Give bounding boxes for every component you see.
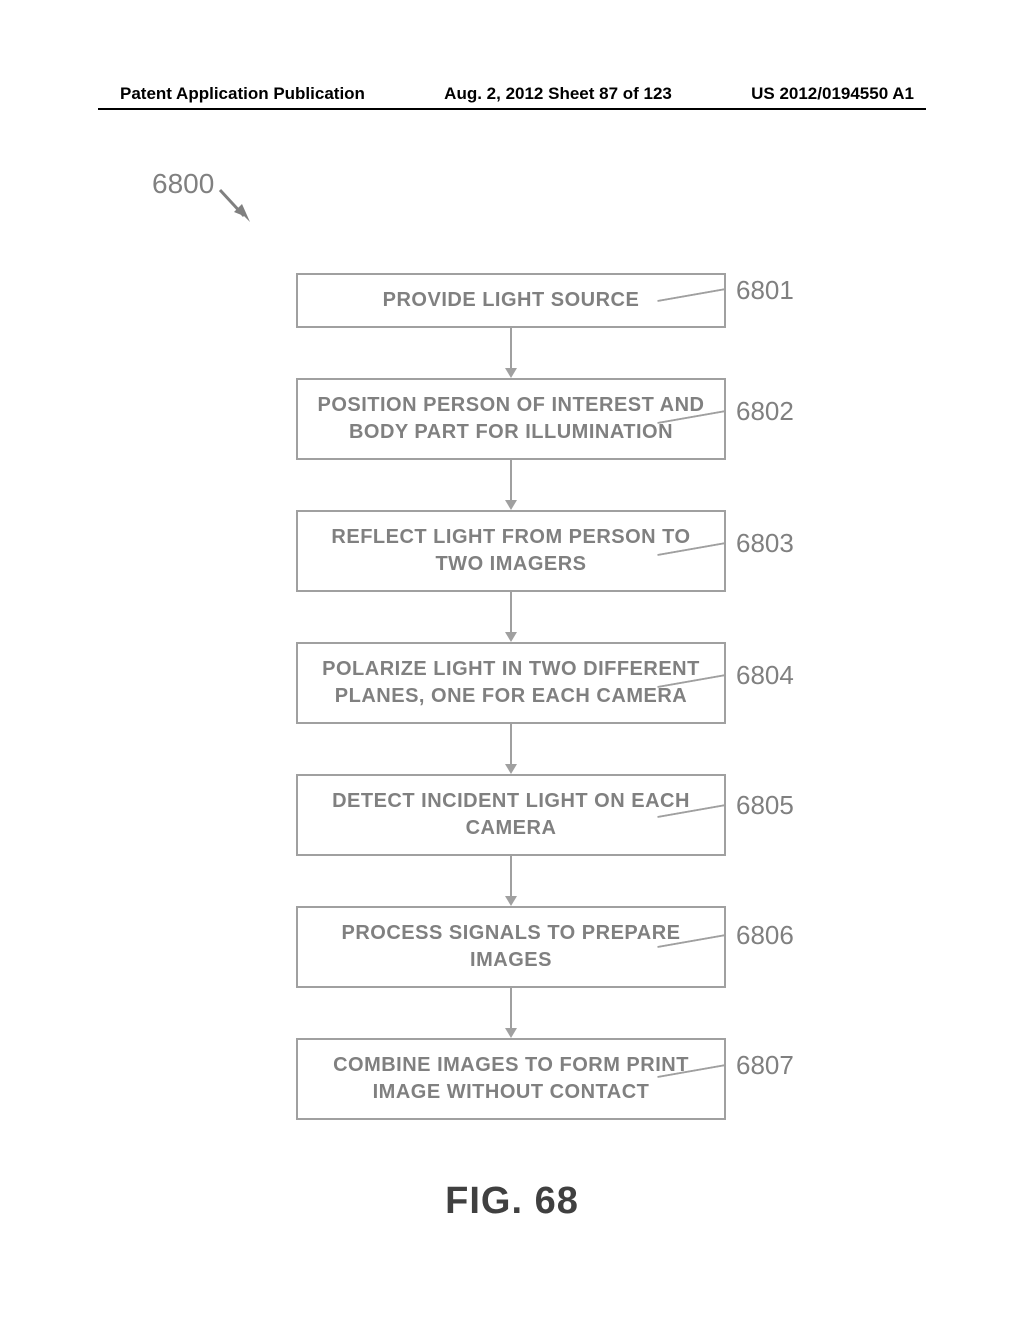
header-center: Aug. 2, 2012 Sheet 87 of 123 <box>444 84 672 104</box>
flow-step-4: POLARIZE LIGHT IN TWO DIFFERENT PLANES, … <box>296 642 726 724</box>
flow-step-3: REFLECT LIGHT FROM PERSON TO TWO IMAGERS <box>296 510 726 592</box>
flow-step-text: POLARIZE LIGHT IN TWO DIFFERENT PLANES, … <box>322 658 700 707</box>
step-number-label: 6807 <box>736 1050 794 1081</box>
header-divider <box>98 108 926 110</box>
step-number-label: 6804 <box>736 660 794 691</box>
flow-step-text: PROVIDE LIGHT SOURCE <box>383 289 640 311</box>
header-left: Patent Application Publication <box>120 84 365 104</box>
step-number-label: 6806 <box>736 920 794 951</box>
reference-pointer-arrow <box>216 186 252 226</box>
flow-step-text: REFLECT LIGHT FROM PERSON TO TWO IMAGERS <box>331 526 690 575</box>
flow-step-text: POSITION PERSON OF INTEREST AND BODY PAR… <box>317 394 704 443</box>
flow-step-2: POSITION PERSON OF INTEREST AND BODY PAR… <box>296 378 726 460</box>
figure-caption: FIG. 68 <box>0 1180 1024 1223</box>
page-header: Patent Application Publication Aug. 2, 2… <box>0 84 1024 104</box>
step-number-label: 6802 <box>736 396 794 427</box>
step-number-label: 6805 <box>736 790 794 821</box>
step-number-label: 6803 <box>736 528 794 559</box>
flowchart: PROVIDE LIGHT SOURCE POSITION PERSON OF … <box>226 273 796 1120</box>
header-right: US 2012/0194550 A1 <box>751 84 914 104</box>
step-number-label: 6801 <box>736 275 794 306</box>
flow-step-text: DETECT INCIDENT LIGHT ON EACH CAMERA <box>332 790 690 839</box>
figure-reference-number: 6800 <box>152 168 214 200</box>
flow-step-text: COMBINE IMAGES TO FORM PRINT IMAGE WITHO… <box>333 1054 689 1103</box>
flow-step-text: PROCESS SIGNALS TO PREPARE IMAGES <box>342 922 681 971</box>
